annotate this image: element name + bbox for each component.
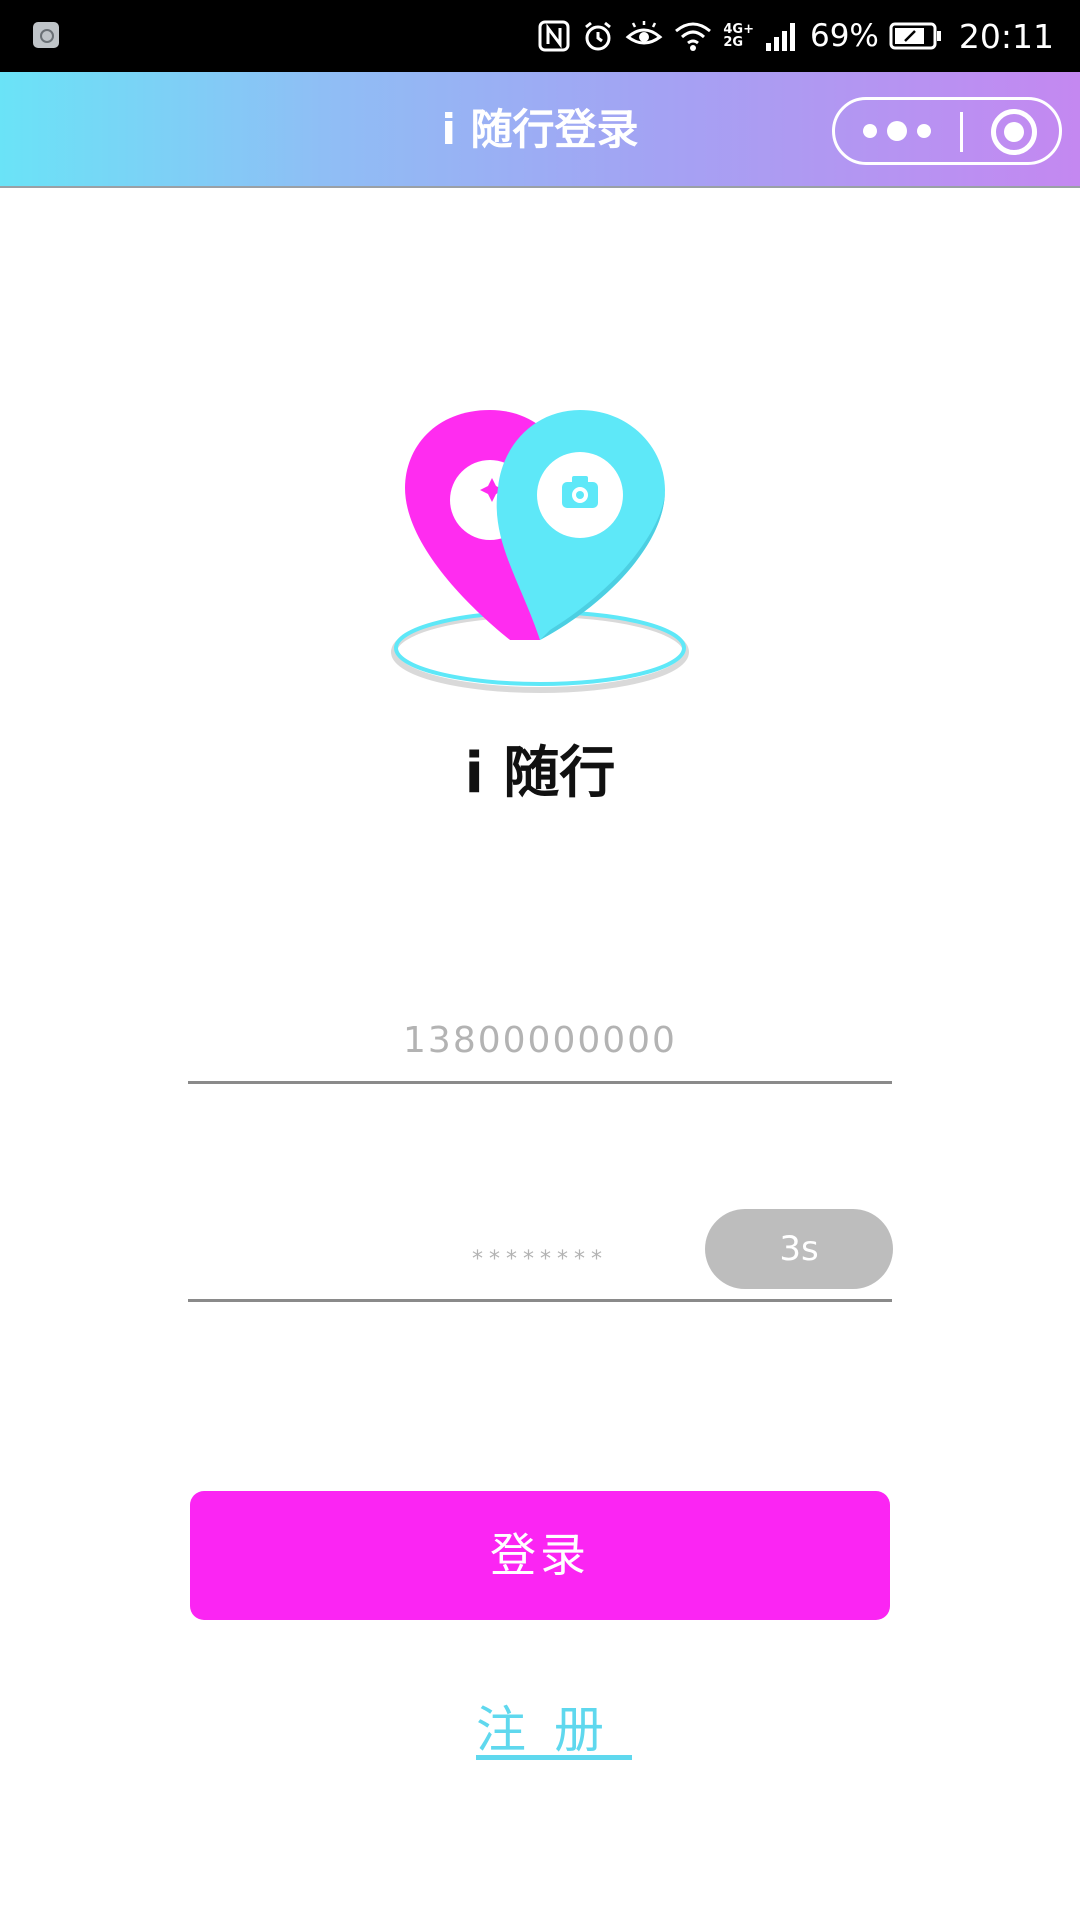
app-name: i 随行 [464,741,616,806]
close-target-icon[interactable] [991,109,1037,155]
capsule-divider [960,112,963,152]
alarm-icon [585,21,612,51]
code-field: 3s [188,1209,893,1302]
status-icons: 4G+ 2G 69% 20:11 [537,0,1054,72]
login-button[interactable]: 登录 [190,1491,890,1620]
wifi-icon [675,22,712,51]
app-notification-icon [33,22,59,48]
network-type-label: 4G+ 2G [723,22,754,50]
phone-input[interactable] [188,1000,892,1080]
register-link[interactable]: 注册 [0,1690,1080,1762]
app-logo [380,390,700,710]
eye-comfort-icon [625,21,663,45]
signal-icon [765,23,795,51]
nav-bar: i 随行登录 [0,72,1080,188]
miniprogram-capsule [832,97,1062,165]
send-code-countdown-button[interactable]: 3s [705,1209,893,1289]
battery-percent: 69% [809,18,879,54]
phone-field [188,1000,892,1084]
more-dots-icon[interactable] [859,100,999,162]
nfc-icon [538,20,570,52]
battery-icon [889,22,941,50]
clock-time: 20:11 [958,16,1054,56]
status-bar: 4G+ 2G 69% 20:11 [0,0,1080,72]
